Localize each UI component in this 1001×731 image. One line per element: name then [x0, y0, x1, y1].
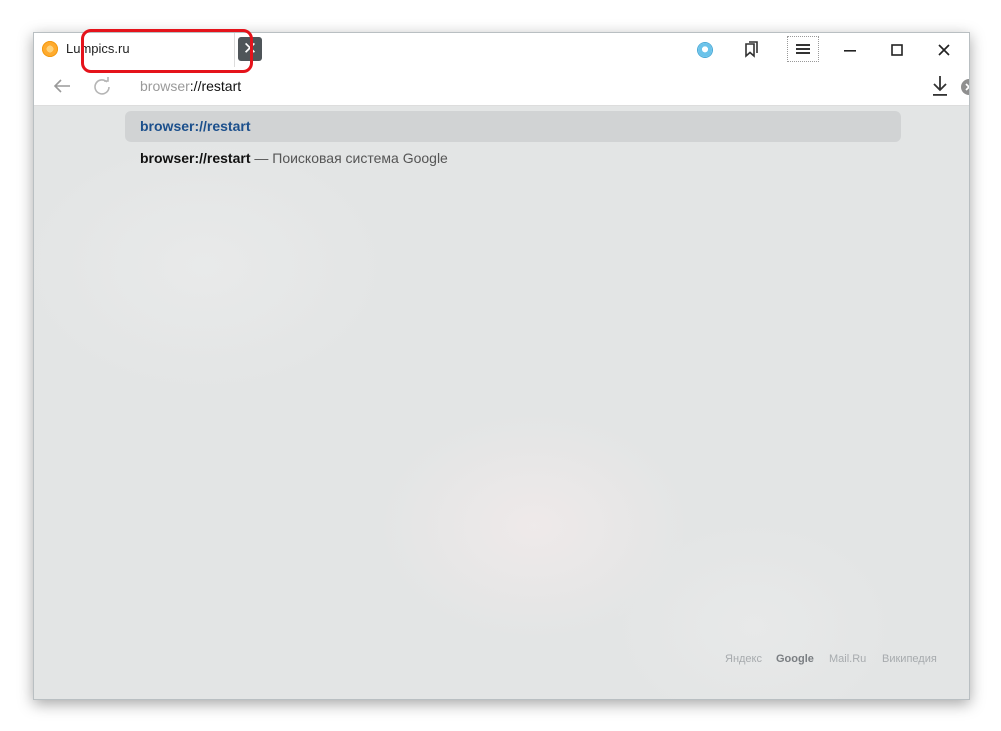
- bookmarks-icon[interactable]: [739, 38, 763, 62]
- suggestion-description: — Поисковая система Google: [250, 150, 448, 166]
- minimize-icon[interactable]: [838, 38, 862, 62]
- suggestion-url: browser://restart: [140, 118, 251, 134]
- alice-assistant-icon[interactable]: [693, 38, 717, 62]
- address-text: ://restart: [189, 78, 242, 94]
- suggestion-query: browser://restart: [140, 150, 251, 166]
- footer-link-google[interactable]: Google: [776, 653, 814, 665]
- address-bar[interactable]: browser://restart: [126, 69, 969, 103]
- reload-icon[interactable]: [90, 74, 114, 98]
- address-text-dim: browser: [140, 78, 190, 94]
- clear-input-icon[interactable]: [961, 79, 969, 95]
- maximize-icon[interactable]: [885, 38, 909, 62]
- footer-link-yandex[interactable]: Яндекс: [725, 653, 762, 665]
- toolbar: browser://restart: [34, 67, 969, 106]
- suggestion-item-direct[interactable]: browser://restart: [125, 111, 901, 142]
- download-icon[interactable]: [928, 73, 952, 99]
- menu-hamburger-icon[interactable]: [787, 36, 819, 62]
- tab-close-icon[interactable]: ✕: [238, 37, 262, 61]
- title-bar: Lumpics.ru ✕: [34, 33, 969, 67]
- site-favicon-icon: [42, 41, 58, 57]
- tab-title: Lumpics.ru: [66, 41, 130, 56]
- address-input[interactable]: browser://restart: [140, 78, 241, 94]
- footer-link-mailru[interactable]: Mail.Ru: [829, 653, 866, 665]
- new-tab-background: [34, 106, 969, 699]
- suggestion-item-search[interactable]: browser://restart — Поисковая система Go…: [125, 143, 901, 174]
- window-close-icon[interactable]: [932, 38, 956, 62]
- tab-lumpics[interactable]: Lumpics.ru: [34, 33, 235, 67]
- browser-window: Lumpics.ru ✕ browser://restart browser:/…: [33, 32, 970, 700]
- back-arrow-icon[interactable]: [50, 75, 74, 97]
- footer-link-wikipedia[interactable]: Википедия: [882, 653, 937, 665]
